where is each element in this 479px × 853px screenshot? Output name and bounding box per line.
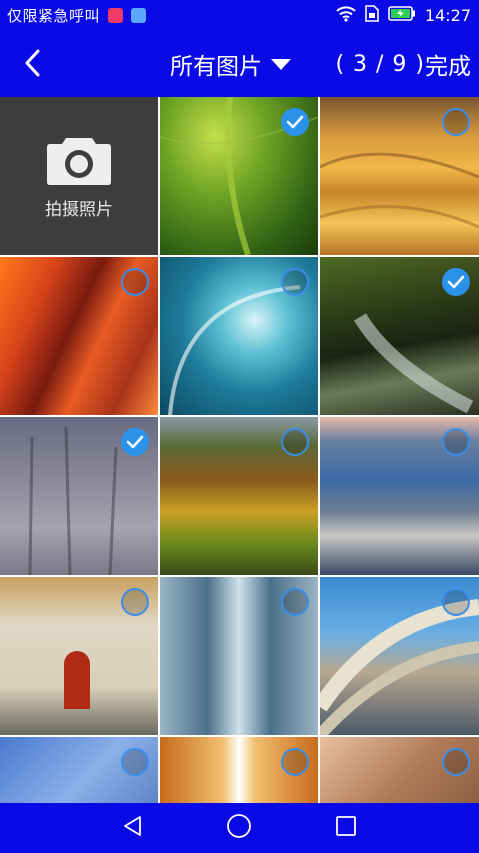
- caret-down-icon: [271, 58, 291, 70]
- done-button[interactable]: ( 3 / 9 ) 完成: [335, 45, 471, 83]
- photo-red-door-house[interactable]: [0, 577, 158, 735]
- carrier-text: 仅限紧急呼叫: [7, 7, 101, 25]
- home-circle-icon: [226, 813, 252, 843]
- battery-charging-icon: [388, 6, 416, 25]
- system-nav-bar: [0, 803, 479, 853]
- notification-app-icon: [108, 8, 124, 23]
- photo-ocean-wave[interactable]: [160, 257, 318, 415]
- photo-interior-geometry[interactable]: [320, 737, 479, 803]
- clock: 14:27: [424, 6, 471, 25]
- selection-checkbox[interactable]: [121, 268, 149, 296]
- sim-icon: [365, 5, 379, 26]
- selection-checkbox[interactable]: [442, 108, 470, 136]
- status-bar: 仅限紧急呼叫 14:27: [0, 0, 479, 31]
- photo-misty-trees[interactable]: [0, 417, 158, 575]
- photo-desert-dunes[interactable]: [320, 97, 479, 255]
- selection-checkbox[interactable]: [442, 748, 470, 776]
- photo-curved-building[interactable]: [320, 577, 479, 735]
- photo-autumn-hills[interactable]: [160, 417, 318, 575]
- back-button[interactable]: [14, 48, 50, 82]
- title-bar: 所有图片 ( 3 / 9 ) 完成: [0, 31, 479, 97]
- chevron-left-icon: [23, 49, 41, 81]
- selection-checkbox[interactable]: [281, 108, 309, 136]
- photo-lake-driftwood[interactable]: [320, 417, 479, 575]
- photo-grid: 拍摄照片: [0, 97, 479, 803]
- photo-blue-metal-building[interactable]: [0, 737, 158, 803]
- done-label: 完成: [425, 54, 471, 80]
- photo-mossy-waterfall[interactable]: [320, 257, 479, 415]
- photo-green-leaf[interactable]: [160, 97, 318, 255]
- selection-checkbox[interactable]: [281, 588, 309, 616]
- selection-checkbox[interactable]: [442, 428, 470, 456]
- selection-checkbox[interactable]: [281, 268, 309, 296]
- recents-square-icon: [335, 815, 357, 841]
- album-dropdown[interactable]: 所有图片: [170, 45, 291, 83]
- back-triangle-icon: [121, 814, 145, 842]
- selection-checkbox[interactable]: [442, 588, 470, 616]
- photo-escalator-tunnel[interactable]: [160, 737, 318, 803]
- selection-checkbox[interactable]: [281, 748, 309, 776]
- nav-back-button[interactable]: [113, 808, 153, 848]
- take-photo-label: 拍摄照片: [45, 199, 113, 220]
- selection-checkbox[interactable]: [121, 588, 149, 616]
- wifi-icon: [336, 5, 356, 26]
- photo-glass-corridor[interactable]: [160, 577, 318, 735]
- nav-recents-button[interactable]: [326, 808, 366, 848]
- notification-contact-icon: [131, 8, 147, 23]
- selection-count: ( 3 / 9 ): [335, 51, 425, 77]
- selection-checkbox[interactable]: [121, 428, 149, 456]
- album-label: 所有图片: [170, 54, 262, 80]
- camera-icon: [46, 133, 112, 189]
- selection-checkbox[interactable]: [281, 428, 309, 456]
- selection-checkbox[interactable]: [442, 268, 470, 296]
- take-photo-tile[interactable]: 拍摄照片: [0, 97, 158, 255]
- nav-home-button[interactable]: [219, 808, 259, 848]
- selection-checkbox[interactable]: [121, 748, 149, 776]
- photo-red-canyon[interactable]: [0, 257, 158, 415]
